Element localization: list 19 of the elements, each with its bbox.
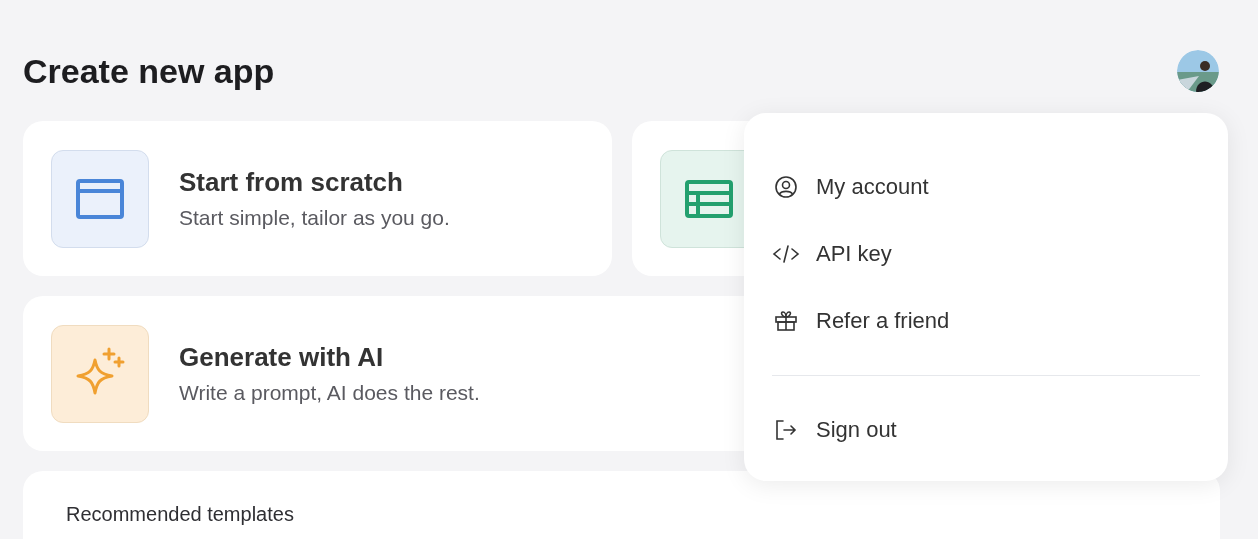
menu-item-label: Sign out xyxy=(816,416,897,443)
section-heading: Recommended templates xyxy=(66,503,295,526)
table-icon xyxy=(683,178,734,219)
sign-out-icon xyxy=(774,417,798,442)
card-title: Start from scratch xyxy=(179,167,404,198)
window-icon xyxy=(75,177,125,220)
user-circle-icon xyxy=(774,174,798,199)
menu-item[interactable]: My account xyxy=(772,153,1200,220)
card-title: Generate with AI xyxy=(179,342,385,373)
card-subtitle: Write a prompt, AI does the rest. xyxy=(179,381,480,405)
avatar[interactable] xyxy=(1177,50,1219,92)
page-title: Create new app xyxy=(23,51,275,91)
menu-item-label: Refer a friend xyxy=(816,307,950,334)
gift-icon xyxy=(774,308,798,333)
menu-item-label: My account xyxy=(816,173,929,200)
menu-item-label: API key xyxy=(816,240,892,267)
card-subtitle: Start simple, tailor as you go. xyxy=(179,206,450,230)
menu-item[interactable]: API key xyxy=(772,220,1200,287)
option-card[interactable]: Start from scratch Start simple, tailor as you go. xyxy=(23,121,612,276)
